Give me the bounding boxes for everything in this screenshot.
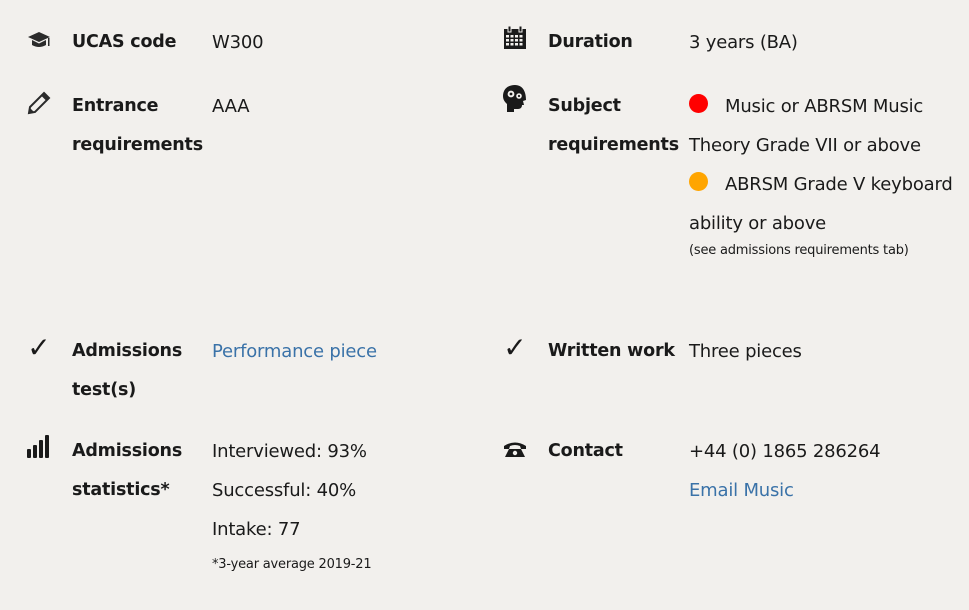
entrance-requirements-label: Entrance requirements — [72, 87, 203, 165]
label-line: Subject — [548, 96, 621, 116]
email-music-link[interactable]: Email Music — [689, 480, 794, 501]
recommended-dot-icon — [689, 172, 708, 191]
duration-label: Duration — [548, 32, 633, 52]
duration-value: 3 years (BA) — [689, 32, 798, 53]
checkmark-icon: ✓ — [503, 331, 527, 364]
graduation-cap-icon — [26, 30, 52, 56]
admissions-statistics-values: Interviewed: 93% Successful: 40% Intake:… — [212, 432, 372, 575]
requirement-text: Theory Grade VII or above — [689, 135, 921, 156]
contact-phone: +44 (0) 1865 286264 — [689, 441, 881, 462]
requirement-essential: Music or ABRSM Music Theory Grade VII or… — [689, 87, 969, 165]
label-line: test(s) — [72, 380, 137, 400]
requirement-text: ABRSM Grade V keyboard — [725, 174, 953, 195]
bar-chart-icon — [26, 435, 52, 461]
label-line: Admissions — [72, 341, 183, 361]
subject-requirements-label: Subject requirements — [548, 87, 679, 165]
interviewed-stat: Interviewed: 93% — [212, 441, 367, 462]
requirement-text: ability or above — [689, 213, 827, 234]
pencil-icon — [26, 91, 52, 117]
statistics-footnote: *3-year average 2019-21 — [212, 557, 372, 572]
head-gears-icon — [502, 84, 528, 112]
written-work-label: Written work — [548, 341, 675, 361]
successful-stat: Successful: 40% — [212, 480, 356, 501]
label-line: requirements — [72, 135, 203, 155]
course-facts-grid: UCAS code W300 Duration 3 years (BA) Ent… — [0, 0, 969, 610]
contact-values: +44 (0) 1865 286264 Email Music — [689, 432, 881, 510]
requirement-text: Music or ABRSM Music — [725, 96, 924, 117]
written-work-value: Three pieces — [689, 341, 802, 362]
admissions-test-label: Admissions test(s) — [72, 332, 182, 410]
intake-stat: Intake: 77 — [212, 519, 301, 540]
contact-label: Contact — [548, 441, 623, 461]
performance-piece-link[interactable]: Performance piece — [212, 332, 377, 371]
checkmark-icon: ✓ — [27, 331, 51, 364]
ucas-code-value: W300 — [212, 32, 264, 53]
ucas-code-label: UCAS code — [72, 32, 177, 52]
admissions-statistics-label: Admissions statistics* — [72, 432, 182, 510]
label-line: Admissions — [72, 441, 183, 461]
subject-requirements-note: (see admissions requirements tab) — [689, 243, 909, 258]
entrance-requirements-value: AAA — [212, 96, 250, 117]
subject-requirements-list: Music or ABRSM Music Theory Grade VII or… — [689, 87, 969, 261]
label-line: requirements — [548, 135, 679, 155]
calendar-icon — [502, 26, 528, 52]
telephone-icon — [502, 441, 528, 467]
requirement-recommended: ABRSM Grade V keyboard ability or above — [689, 165, 969, 243]
label-line: Entrance — [72, 96, 159, 116]
label-line: statistics* — [72, 480, 170, 500]
essential-dot-icon — [689, 94, 708, 113]
